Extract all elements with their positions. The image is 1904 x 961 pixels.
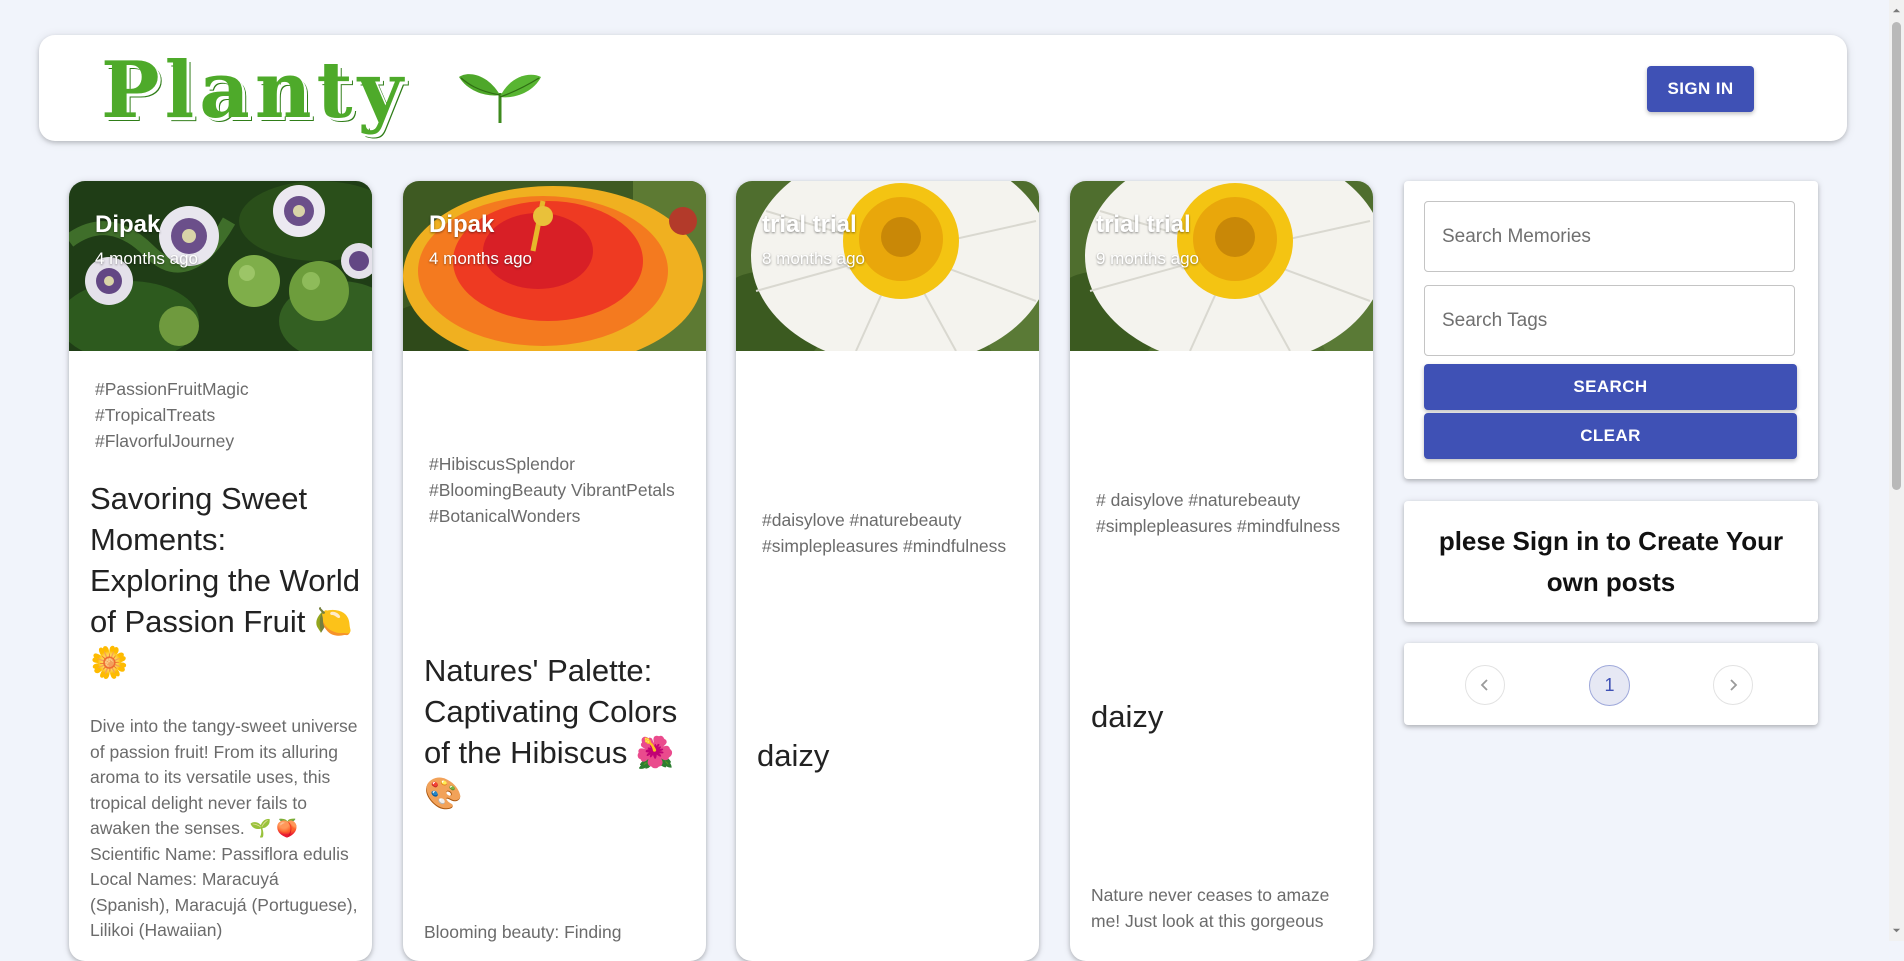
- scrollbar-thumb[interactable]: [1892, 22, 1901, 490]
- sign-in-button[interactable]: SIGN IN: [1647, 66, 1754, 112]
- post-tags: #PassionFruitMagic #TropicalTreats #Flav…: [95, 379, 249, 451]
- post-body: Blooming beauty: Finding: [424, 922, 622, 942]
- post-tags: #HibiscusSplendor #BloomingBeauty Vibran…: [429, 454, 675, 526]
- post-tags: # daisylove #naturebeauty #simplepleasur…: [1096, 490, 1341, 536]
- chevron-right-icon[interactable]: [1713, 665, 1753, 705]
- signin-prompt-panel: plese Sign in to Create Your own posts: [1404, 501, 1818, 622]
- clear-button[interactable]: CLEAR: [1424, 413, 1797, 459]
- pagination: 1: [1404, 643, 1818, 725]
- search-memories-input[interactable]: [1424, 201, 1795, 272]
- scroll-down-icon[interactable]: [1892, 926, 1901, 935]
- post-title: Savoring Sweet Moments: Exploring the Wo…: [90, 481, 360, 680]
- search-panel: SEARCH CLEAR: [1404, 181, 1818, 479]
- post-title: Natures' Palette: Captivating Colors of …: [424, 653, 678, 811]
- scrollbar[interactable]: [1889, 0, 1904, 941]
- page-button-current[interactable]: 1: [1589, 665, 1630, 706]
- post-card[interactable]: trial trial 9 months ago # daisylove #na…: [1070, 181, 1373, 961]
- post-author: Dipak: [95, 211, 161, 238]
- post-title: daizy: [1091, 699, 1164, 734]
- search-button[interactable]: SEARCH: [1424, 364, 1797, 410]
- post-author: Dipak: [429, 211, 495, 238]
- post-time: 9 months ago: [1096, 249, 1200, 268]
- post-time: 4 months ago: [429, 249, 533, 268]
- post-author: trial trial: [762, 211, 857, 238]
- post-card[interactable]: Dipak 4 months ago #PassionFruitMagic #T…: [69, 181, 372, 961]
- post-card[interactable]: trial trial 8 months ago #daisylove #nat…: [736, 181, 1039, 961]
- post-tags: #daisylove #naturebeauty #simplepleasure…: [762, 510, 1007, 556]
- sprout-icon: [459, 74, 541, 123]
- post-body: Nature never ceases to amaze me! Just lo…: [1091, 885, 1330, 931]
- post-author: trial trial: [1096, 211, 1191, 238]
- search-tags-input[interactable]: [1424, 285, 1795, 356]
- post-body: Dive into the tangy-sweet universe of pa…: [90, 716, 358, 940]
- post-time: 8 months ago: [762, 249, 866, 268]
- post-card[interactable]: Dipak 4 months ago #HibiscusSplendor #Bl…: [403, 181, 706, 961]
- post-title: daizy: [757, 738, 830, 773]
- logo-text[interactable]: Planty: [101, 41, 408, 141]
- signin-prompt-text: plese Sign in to Create Your own posts: [1438, 526, 1784, 597]
- app-bar: Planty SIGN IN: [39, 35, 1847, 141]
- scroll-up-icon[interactable]: [1892, 6, 1901, 15]
- post-time: 4 months ago: [95, 249, 199, 268]
- chevron-left-icon[interactable]: [1465, 665, 1505, 705]
